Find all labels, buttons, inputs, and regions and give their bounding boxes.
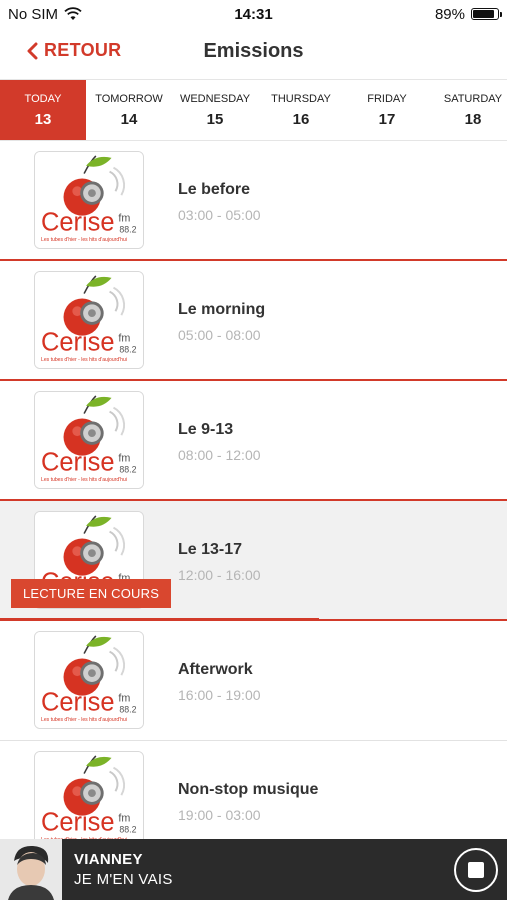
- artist-photo-icon: [0, 839, 62, 900]
- show-info: Le 13-17 12:00 - 16:00: [178, 541, 261, 583]
- now-playing-bar[interactable]: VIANNEY JE M'EN VAIS: [0, 839, 507, 900]
- list-item[interactable]: Cerise fm 88.2 Les tubes d'hier - les hi…: [0, 501, 507, 621]
- day-name: THURSDAY: [271, 92, 331, 105]
- day-number: 13: [34, 110, 52, 128]
- tab-day-friday[interactable]: FRIDAY 17: [344, 80, 430, 140]
- show-time: 03:00 - 05:00: [178, 207, 261, 223]
- artist-name: VIANNEY: [74, 851, 143, 868]
- tab-day-tomorrow[interactable]: TOMORROW 14: [86, 80, 172, 140]
- battery-icon: [471, 8, 502, 20]
- tab-day-wednesday[interactable]: WEDNESDAY 15: [172, 80, 258, 140]
- cerise-fm-logo: Cerise fm 88.2 Les tubes d'hier - les hi…: [35, 272, 143, 368]
- day-name: FRIDAY: [367, 92, 407, 105]
- show-title: Le before: [178, 181, 251, 198]
- logo-tagline: Les tubes d'hier - les hits d'aujourd'hu…: [41, 477, 127, 483]
- logo-tagline: Les tubes d'hier - les hits d'aujourd'hu…: [41, 357, 127, 363]
- logo-tagline: Les tubes d'hier - les hits d'aujourd'hu…: [41, 237, 127, 243]
- show-time: 12:00 - 16:00: [178, 567, 261, 583]
- logo-frequency: 88.2: [119, 464, 136, 474]
- logo-frequency: 88.2: [119, 344, 136, 354]
- cerise-fm-logo: Cerise fm 88.2 Les tubes d'hier - les hi…: [35, 392, 143, 488]
- show-title: Le 9-13: [178, 421, 234, 438]
- logo-frequency: 88.2: [119, 224, 136, 234]
- show-logo: Cerise fm 88.2 Les tubes d'hier - les hi…: [34, 391, 144, 489]
- page-title: Emissions: [203, 40, 304, 62]
- cerise-fm-logo: Cerise fm 88.2 Les tubes d'hier - les hi…: [35, 152, 143, 248]
- tab-day-saturday[interactable]: SATURDAY 18: [430, 80, 507, 140]
- show-info: Le before 03:00 - 05:00: [178, 181, 261, 223]
- now-playing-info: VIANNEY JE M'EN VAIS: [74, 851, 173, 888]
- wifi-icon: [64, 7, 82, 20]
- logo-frequency: 88.2: [119, 824, 136, 834]
- show-logo: Cerise fm 88.2 Les tubes d'hier - les hi…: [34, 751, 144, 849]
- logo-suffix: fm: [118, 453, 130, 465]
- day-number: 16: [292, 110, 310, 128]
- list-item[interactable]: Cerise fm 88.2 Les tubes d'hier - les hi…: [0, 621, 507, 741]
- day-number: 18: [464, 110, 482, 128]
- show-logo: Cerise fm 88.2 Les tubes d'hier - les hi…: [34, 271, 144, 369]
- show-time: 16:00 - 19:00: [178, 687, 261, 703]
- battery-percent: 89%: [434, 5, 465, 23]
- cerise-fm-logo: Cerise fm 88.2 Les tubes d'hier - les hi…: [35, 632, 143, 728]
- show-title: Non-stop musique: [178, 781, 319, 798]
- show-info: Le morning 05:00 - 08:00: [178, 301, 265, 343]
- show-time: 08:00 - 12:00: [178, 447, 261, 463]
- list-item[interactable]: Cerise fm 88.2 Les tubes d'hier - les hi…: [0, 261, 507, 381]
- show-info: Non-stop musique 19:00 - 03:00: [178, 781, 318, 823]
- logo-tagline: Les tubes d'hier - les hits d'aujourd'hu…: [41, 717, 127, 723]
- logo-suffix: fm: [118, 813, 130, 825]
- logo-frequency: 88.2: [119, 704, 136, 714]
- schedule-list: Cerise fm 88.2 Les tubes d'hier - les hi…: [0, 141, 507, 861]
- logo-suffix: fm: [118, 333, 130, 345]
- track-name: JE M'EN VAIS: [74, 871, 173, 888]
- stop-icon: [468, 862, 484, 878]
- day-name: WEDNESDAY: [179, 92, 251, 105]
- tab-day-thursday[interactable]: THURSDAY 16: [258, 80, 344, 140]
- show-info: Afterwork 16:00 - 19:00: [178, 661, 261, 703]
- day-name: SATURDAY: [443, 92, 503, 105]
- logo-brand: Cerise: [41, 688, 115, 716]
- logo-brand: Cerise: [41, 448, 115, 476]
- day-number: 17: [378, 110, 396, 128]
- show-time: 05:00 - 08:00: [178, 327, 261, 343]
- carrier-label: No SIM: [8, 5, 59, 23]
- status-bar: No SIM 14:31 89%: [0, 0, 507, 28]
- show-info: Le 9-13 08:00 - 12:00: [178, 421, 261, 463]
- list-item[interactable]: Cerise fm 88.2 Les tubes d'hier - les hi…: [0, 141, 507, 261]
- show-title: Le morning: [178, 301, 266, 318]
- show-title: Le 13-17: [178, 541, 243, 558]
- day-name: TODAY: [24, 92, 62, 105]
- logo-brand: Cerise: [41, 208, 115, 236]
- logo-suffix: fm: [118, 693, 130, 705]
- cerise-fm-logo: Cerise fm 88.2 Les tubes d'hier - les hi…: [35, 752, 143, 848]
- stop-button[interactable]: [454, 848, 498, 892]
- show-logo: Cerise fm 88.2 Les tubes d'hier - les hi…: [34, 631, 144, 729]
- nav-header: RETOUR Emissions: [0, 28, 507, 78]
- list-item[interactable]: Cerise fm 88.2 Les tubes d'hier - les hi…: [0, 381, 507, 501]
- logo-brand: Cerise: [41, 808, 115, 836]
- day-name: TOMORROW: [95, 92, 163, 105]
- artist-avatar: [0, 839, 62, 900]
- logo-brand: Cerise: [41, 328, 115, 356]
- show-title: Afterwork: [178, 661, 253, 678]
- logo-suffix: fm: [118, 213, 130, 225]
- tab-day-today[interactable]: TODAY 13: [0, 80, 86, 140]
- day-tabs: TODAY 13 TOMORROW 14 WEDNESDAY 15 THURSDAY 16 FR…: [0, 79, 507, 141]
- day-number: 15: [206, 110, 224, 128]
- show-time: 19:00 - 03:00: [178, 807, 261, 823]
- now-playing-badge: LECTURE EN COURS: [11, 579, 172, 608]
- status-left: No SIM: [8, 6, 82, 23]
- status-right: 89%: [434, 5, 502, 23]
- show-logo: Cerise fm 88.2 Les tubes d'hier - les hi…: [34, 151, 144, 249]
- day-number: 14: [120, 110, 138, 128]
